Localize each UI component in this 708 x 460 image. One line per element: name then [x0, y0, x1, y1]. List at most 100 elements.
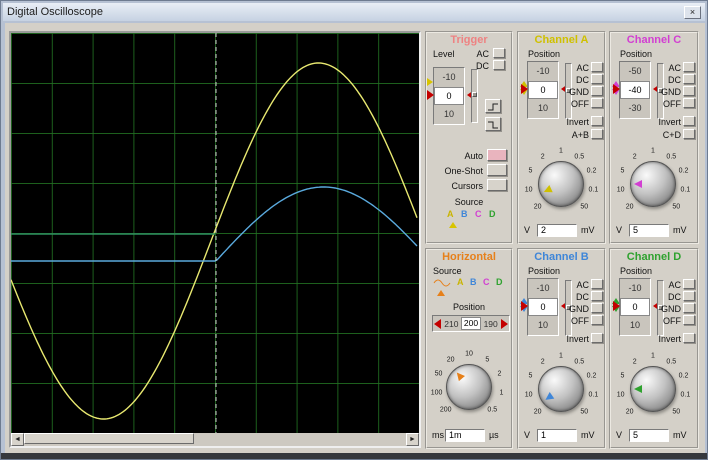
falling-edge-button[interactable]	[485, 117, 501, 131]
knob-pointer-icon	[543, 392, 555, 404]
trigger-level-spinner[interactable]: -10 0 10	[433, 67, 465, 125]
scale-unit-left-label: V	[616, 225, 623, 235]
position-spinner[interactable]: -10 0 10	[527, 278, 559, 336]
scroll-left-button[interactable]: ◄	[11, 433, 24, 446]
knob-pointer-icon	[634, 180, 642, 188]
main-content: ◄ ► Trigger Level AC DC -10 0 10 Auto On…	[5, 23, 705, 455]
coupling-off-button[interactable]	[591, 315, 603, 325]
coupling-ac-button[interactable]	[591, 279, 603, 289]
coupling-gnd-button[interactable]	[591, 303, 603, 313]
coupling-off-button[interactable]	[591, 98, 603, 108]
coupling-gnd-button[interactable]	[591, 86, 603, 96]
coupling-dc-button[interactable]	[683, 74, 695, 84]
close-button[interactable]: ×	[684, 5, 701, 19]
invert-button[interactable]	[591, 116, 603, 126]
scope-screen	[11, 33, 419, 433]
spinner-left-arrow-icon[interactable]	[521, 84, 528, 94]
trigger-panel: Trigger Level AC DC -10 0 10 Auto One-Sh…	[425, 31, 513, 244]
spinner-upper-value: -10	[536, 66, 550, 76]
trigger-source-c[interactable]: C	[475, 209, 482, 219]
sum-button[interactable]	[591, 129, 603, 139]
cursors-button[interactable]	[487, 179, 507, 191]
knob-face[interactable]	[538, 366, 584, 412]
channel-b-panel: Channel B Position -10 0 10 AC DC GND OF…	[517, 248, 606, 449]
invert-label: Invert	[658, 117, 681, 127]
spinner-left-arrow-icon[interactable]	[613, 84, 620, 94]
trigger-level-slider[interactable]	[471, 69, 478, 123]
scale-value: 5	[629, 429, 669, 442]
trigger-level-label: Level	[433, 49, 455, 59]
invert-button[interactable]	[683, 333, 695, 343]
one-shot-button[interactable]	[487, 164, 507, 176]
coupling-dc-label: DC	[576, 292, 589, 302]
scale-knob[interactable]: 20 10 5 2 1 0.5 0.2 0.1 50	[521, 351, 601, 427]
position-label: Position	[620, 49, 653, 59]
coupling-dc-label: DC	[668, 75, 681, 85]
channel-title: Channel B	[534, 251, 589, 263]
spinner-left-arrow-icon[interactable]	[434, 318, 441, 329]
spinner-upper-value: -10	[442, 72, 456, 82]
scroll-right-button[interactable]: ►	[406, 433, 419, 446]
spinner-left-arrow-icon[interactable]	[427, 90, 434, 100]
position-spinner[interactable]: -10 0 10	[619, 278, 651, 336]
trigger-source-a[interactable]: A	[447, 209, 454, 219]
invert-button[interactable]	[591, 333, 603, 343]
scroll-thumb[interactable]	[24, 433, 194, 444]
timebase-knob[interactable]: 200 100 50 20 10 5 2 1 0.5	[429, 349, 509, 425]
scope-scrollbar[interactable]: ◄ ►	[11, 433, 419, 446]
coupling-dc-button[interactable]	[591, 291, 603, 301]
auto-button[interactable]	[487, 149, 507, 161]
coupling-ac-button[interactable]	[683, 62, 695, 72]
trigger-source-label: Source	[454, 197, 484, 207]
horizontal-source-d[interactable]: D	[496, 277, 503, 287]
coupling-dc-button[interactable]	[683, 291, 695, 301]
rising-edge-button[interactable]	[485, 99, 501, 113]
trigger-ac-button[interactable]	[493, 48, 505, 58]
scale-unit-right-label: mV	[673, 225, 687, 235]
horizontal-source-marker-icon	[437, 290, 445, 296]
scroll-track[interactable]	[24, 433, 406, 446]
title-bar[interactable]: Digital Oscilloscope ×	[3, 3, 705, 21]
spinner-right-arrow-icon[interactable]	[501, 318, 509, 329]
trigger-dc-button[interactable]	[493, 60, 505, 70]
scale-knob[interactable]: 20 10 5 2 1 0.5 0.2 0.1 50	[613, 351, 693, 427]
spinner-left-arrow-icon[interactable]	[613, 301, 620, 311]
horizontal-source-a[interactable]: A	[457, 277, 464, 287]
invert-button[interactable]	[683, 116, 695, 126]
coupling-gnd-button[interactable]	[683, 86, 695, 96]
position-spinner[interactable]: -10 0 10	[527, 61, 559, 119]
oscilloscope-window: Digital Oscilloscope × ◄ ► Trigger Level…	[0, 0, 708, 460]
trigger-level-slider-thumb[interactable]	[472, 92, 477, 97]
coupling-ac-button[interactable]	[683, 279, 695, 289]
knob-face[interactable]	[538, 161, 584, 207]
scale-knob[interactable]: 20 10 5 2 1 0.5 0.2 0.1 50	[613, 146, 693, 222]
scale-unit-left-label: V	[616, 430, 623, 440]
horizontal-source-c[interactable]: C	[483, 277, 490, 287]
coupling-dc-label: DC	[668, 292, 681, 302]
knob-face[interactable]	[630, 366, 676, 412]
horizontal-source-b[interactable]: B	[470, 277, 477, 287]
scale-knob[interactable]: 20 10 5 2 1 0.5 0.2 0.1 50	[521, 146, 601, 222]
knob-face[interactable]	[630, 161, 676, 207]
horizontal-position-spinner[interactable]: 210 200 190	[432, 315, 510, 332]
coupling-dc-label: DC	[576, 75, 589, 85]
sum-button[interactable]	[683, 129, 695, 139]
coupling-gnd-label: GND	[661, 87, 681, 97]
scale-unit-right-label: mV	[581, 225, 595, 235]
coupling-off-button[interactable]	[683, 98, 695, 108]
coupling-dc-button[interactable]	[591, 74, 603, 84]
horizontal-position-label: Position	[452, 302, 486, 312]
coupling-ac-label: AC	[668, 280, 681, 290]
position-spinner[interactable]: -50 -40 -30	[619, 61, 651, 119]
spinner-left-arrow-icon[interactable]	[521, 301, 528, 311]
trigger-source-d[interactable]: D	[489, 209, 496, 219]
waveform-icon	[433, 279, 451, 287]
spinner-left-value: 210	[444, 318, 459, 329]
coupling-gnd-button[interactable]	[683, 303, 695, 313]
scale-unit-left-label: V	[524, 225, 531, 235]
trigger-source-b[interactable]: B	[461, 209, 468, 219]
coupling-off-label: OFF	[571, 316, 589, 326]
coupling-ac-button[interactable]	[591, 62, 603, 72]
knob-face[interactable]	[446, 364, 492, 410]
coupling-off-button[interactable]	[683, 315, 695, 325]
